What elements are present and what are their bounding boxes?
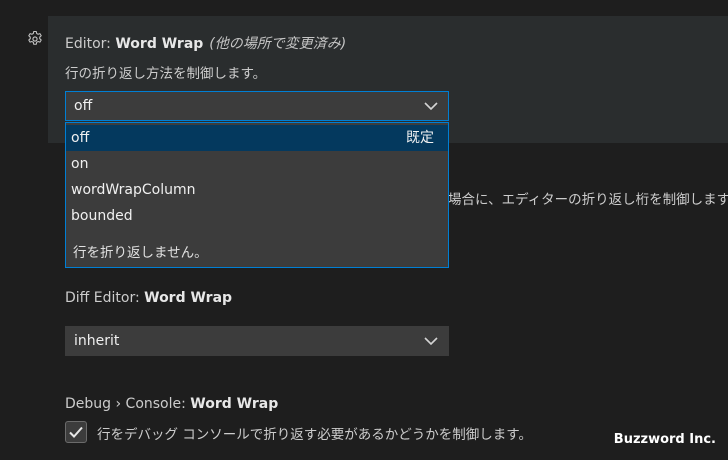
dropdown-option-description: 行を折り返しません。 — [73, 245, 208, 261]
chevron-down-icon — [424, 337, 438, 346]
diff-word-wrap-category: Diff Editor: — [65, 290, 145, 306]
word-wrap-title: Editor: Word Wrap (他の場所で変更済み) — [65, 33, 346, 53]
modified-elsewhere-link[interactable]: (他の場所で変更済み) — [209, 36, 346, 52]
diff-word-wrap-title: Diff Editor: Word Wrap — [65, 290, 232, 306]
debug-console-word-wrap-title: Debug › Console: Word Wrap — [65, 396, 278, 412]
diff-word-wrap-select-value: inherit — [74, 333, 120, 349]
word-wrap-select[interactable]: off — [65, 91, 449, 121]
word-wrap-category: Editor: — [65, 36, 116, 52]
gear-icon[interactable] — [26, 30, 44, 48]
chevron-down-icon — [424, 102, 438, 111]
word-wrap-dropdown-list: off 既定 on wordWrapColumn bounded 行を折り返しま… — [65, 122, 449, 268]
dropdown-option-on[interactable]: on — [66, 151, 448, 177]
diff-word-wrap-key: Word Wrap — [144, 290, 233, 306]
word-wrap-select-value: off — [74, 98, 93, 114]
debug-console-key: Word Wrap — [190, 396, 279, 412]
debug-console-word-wrap-description: 行をデバッグ コンソールで折り返す必要があるかどうかを制御します。 — [97, 427, 532, 443]
dropdown-option-off[interactable]: off 既定 — [66, 125, 448, 151]
option-label: on — [71, 156, 89, 172]
watermark: Buzzword Inc. — [613, 432, 716, 447]
word-wrap-description: 行の折り返し方法を制御します。 — [65, 66, 267, 82]
word-wrap-column-description: 場合に、エディターの折り返し桁を制御します。 — [448, 192, 728, 208]
check-icon — [69, 426, 83, 438]
option-label: wordWrapColumn — [71, 182, 196, 198]
option-label: off — [71, 130, 90, 146]
debug-console-word-wrap-checkbox[interactable] — [65, 421, 87, 443]
option-label: bounded — [71, 208, 133, 224]
settings-page: Editor: Word Wrap (他の場所で変更済み) 行の折り返し方法を制御… — [0, 0, 728, 460]
diff-word-wrap-select[interactable]: inherit — [65, 326, 449, 356]
default-badge: 既定 — [406, 130, 434, 146]
debug-console-category: Debug › Console: — [65, 396, 191, 412]
word-wrap-key: Word Wrap — [115, 36, 204, 52]
dropdown-option-bounded[interactable]: bounded — [66, 203, 448, 229]
dropdown-option-wordwrapcolumn[interactable]: wordWrapColumn — [66, 177, 448, 203]
